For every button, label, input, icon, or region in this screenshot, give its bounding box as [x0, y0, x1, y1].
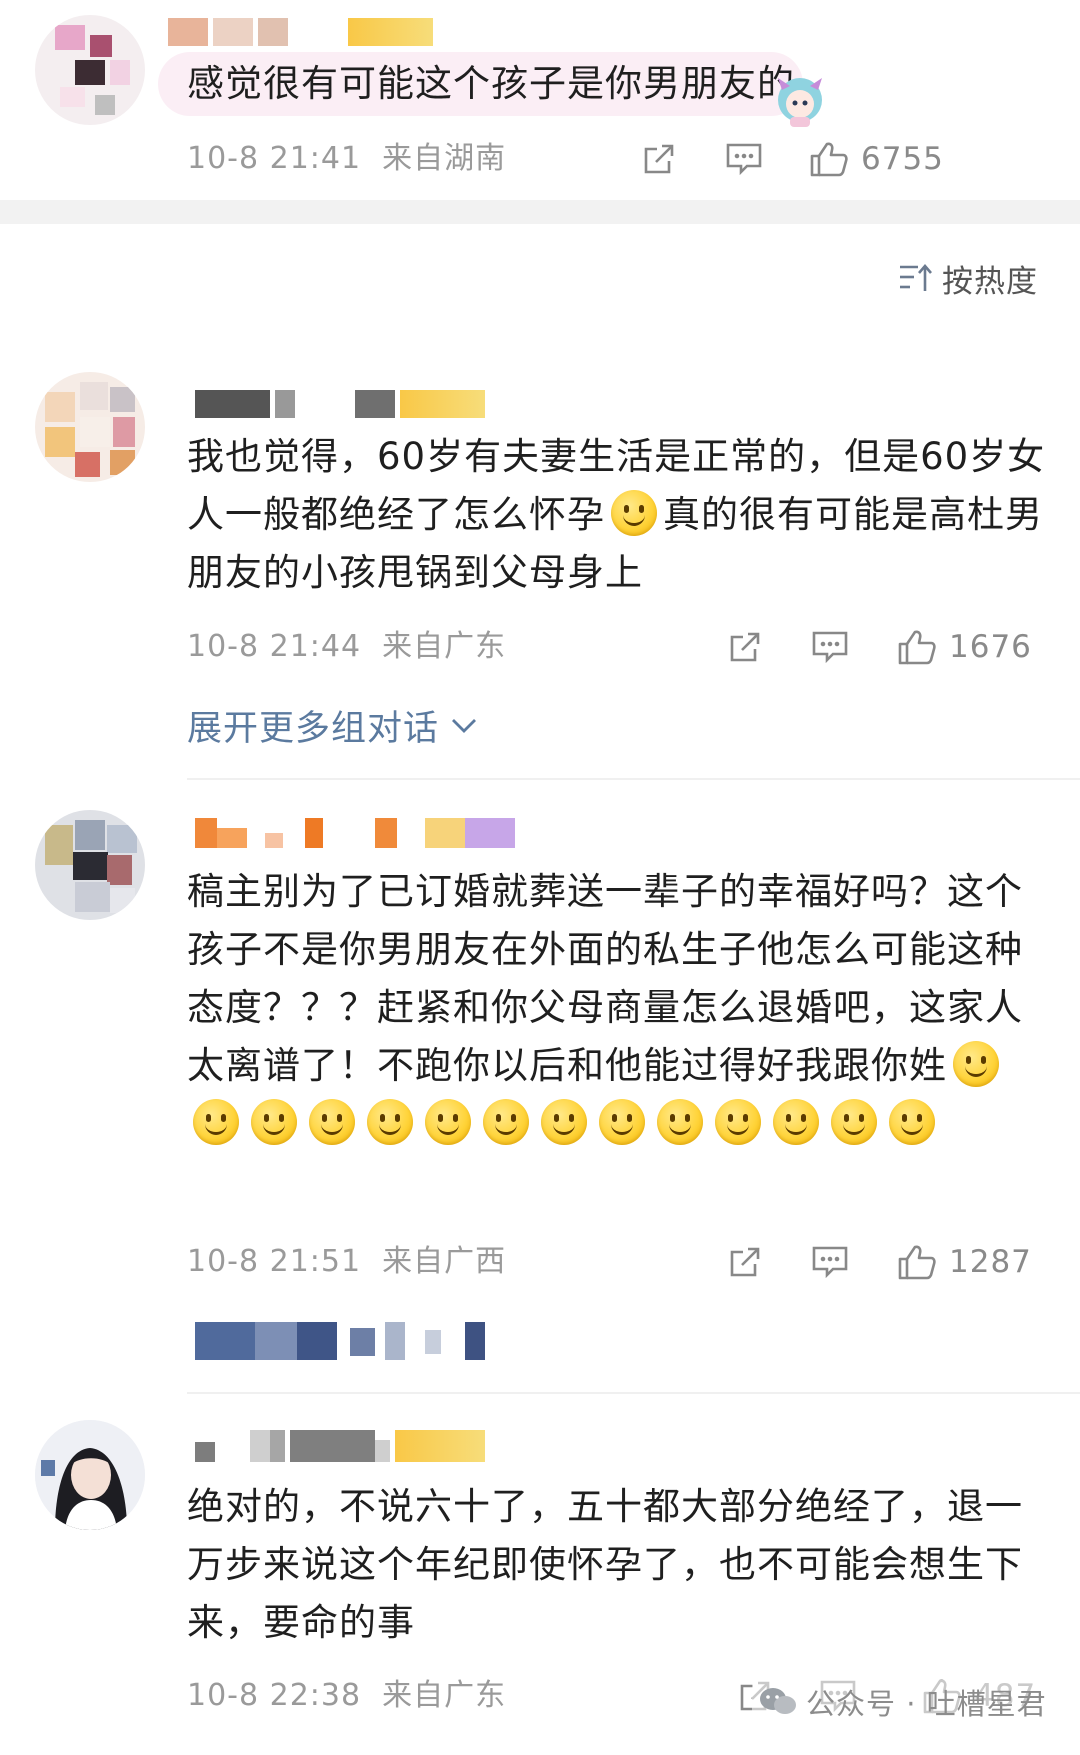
reply-button[interactable]: [811, 1240, 849, 1284]
like-button[interactable]: 1287: [897, 1240, 1032, 1284]
comment-divider: [187, 1392, 1080, 1394]
smile-emoji-icon: [309, 1099, 355, 1145]
share-button[interactable]: [727, 625, 763, 669]
username-blurred[interactable]: [195, 818, 515, 848]
bubble-decoration-icon: [770, 70, 830, 130]
smile-emoji-icon: [953, 1041, 999, 1087]
sort-label: 按热度: [942, 263, 1038, 300]
reply-button[interactable]: [811, 625, 849, 669]
watermark: 公众号 · 吐槽星君: [752, 1680, 1053, 1724]
avatar[interactable]: [35, 15, 145, 125]
username-blurred[interactable]: [195, 390, 485, 418]
comment-meta: 10-8 21:41 来自湖南 6755: [187, 137, 1043, 181]
smile-emoji-icon: [483, 1099, 529, 1145]
like-count: 1287: [949, 1244, 1032, 1280]
wechat-icon: [760, 1688, 796, 1714]
thumbs-up-icon: [810, 142, 848, 177]
username-blurred[interactable]: [168, 18, 433, 46]
comment-icon: [812, 631, 848, 664]
like-button[interactable]: 1676: [897, 625, 1032, 669]
watermark-text: 公众号 · 吐槽星君: [806, 1687, 1047, 1721]
reply-preview-blurred[interactable]: [195, 1322, 495, 1360]
avatar[interactable]: [35, 1420, 145, 1530]
comment-icon: [726, 143, 762, 176]
smile-emoji-icon: [831, 1099, 877, 1145]
share-button[interactable]: [727, 1240, 763, 1284]
smile-emoji-icon: [367, 1099, 413, 1145]
avatar-photo: [35, 1420, 145, 1530]
sort-icon: [900, 264, 932, 291]
comment-meta: 10-8 21:44 来自广东 1676: [187, 625, 1043, 669]
username-blurred[interactable]: [195, 1430, 485, 1462]
smile-emoji-icon: [193, 1099, 239, 1145]
section-separator: [0, 200, 1080, 224]
expand-conversation-link[interactable]: 展开更多组对话: [187, 700, 479, 750]
smile-emoji-icon: [599, 1099, 645, 1145]
thumbs-up-icon: [898, 630, 936, 665]
comment-text: 绝对的，不说六十了，五十都大部分绝经了，退一万步来说这个年纪即使怀孕了，也不可能…: [187, 1485, 1023, 1644]
sort-control[interactable]: 按热度: [898, 256, 1038, 300]
comment-divider: [187, 778, 1080, 780]
comment-icon: [812, 1246, 848, 1279]
comment-text: 我也觉得，60岁有夫妻生活是正常的，但是60岁女人一般都绝经了怎么怀孕 真的很有可…: [187, 435, 1046, 594]
smile-emoji-icon: [541, 1099, 587, 1145]
smile-emoji-icon: [657, 1099, 703, 1145]
comment-time-location: 10-8 21:44 来自广东: [187, 629, 507, 664]
comment-meta: 10-8 21:51 来自广西 1287: [187, 1240, 1043, 1284]
smile-emoji-icon: [773, 1099, 819, 1145]
expand-label: 展开更多组对话: [187, 708, 440, 749]
like-button[interactable]: 6755: [809, 137, 944, 181]
avatar[interactable]: [35, 372, 145, 482]
laughing-crying-emoji-icon: [611, 490, 657, 536]
comment-time-location: 10-8 22:38 来自广东: [187, 1678, 507, 1713]
avatar[interactable]: [35, 810, 145, 920]
comment-time-location: 10-8 21:51 来自广西: [187, 1244, 507, 1279]
share-icon: [644, 144, 674, 174]
like-count: 6755: [861, 141, 944, 177]
reply-button[interactable]: [725, 137, 763, 181]
chevron-down-icon: [452, 719, 477, 733]
share-icon: [730, 632, 760, 662]
share-button[interactable]: [641, 137, 677, 181]
like-count: 1676: [949, 629, 1032, 665]
smile-emoji-icon: [251, 1099, 297, 1145]
comment-text: 稿主别为了已订婚就葬送一辈子的幸福好吗？这个孩子不是你男朋友在外面的私生子他怎么…: [187, 863, 1047, 1153]
smile-emoji-icon: [715, 1099, 761, 1145]
comment-text: 感觉很有可能这个孩子是你男朋友的: [187, 62, 795, 105]
comment-time-location: 10-8 21:41 来自湖南: [187, 141, 507, 176]
smile-emoji-icon: [889, 1099, 935, 1145]
thumbs-up-icon: [898, 1245, 936, 1280]
smile-emoji-icon: [425, 1099, 471, 1145]
share-icon: [730, 1247, 760, 1277]
